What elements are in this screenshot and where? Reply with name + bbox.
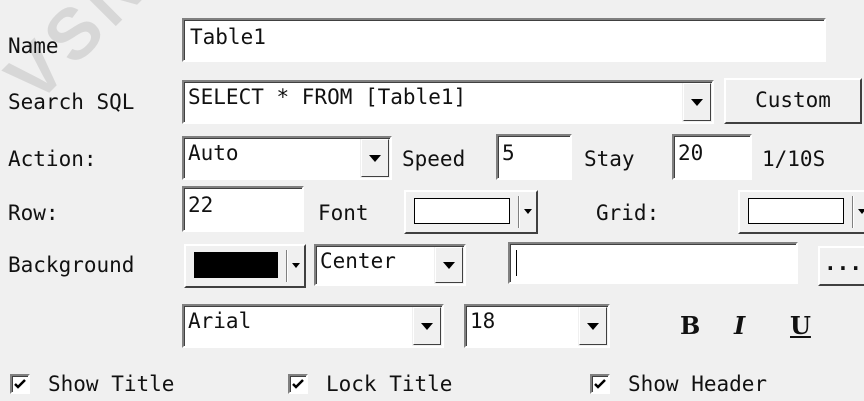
check-icon: [292, 379, 304, 389]
chevron-down-icon: [524, 209, 532, 214]
italic-button[interactable]: I: [734, 312, 745, 340]
show-title-checkbox[interactable]: [10, 374, 30, 394]
check-icon: [594, 379, 606, 389]
stay-unit-label: 1/10S: [762, 147, 826, 171]
bold-button[interactable]: B: [680, 312, 700, 340]
action-label: Action:: [8, 147, 97, 171]
chevron-down-icon: [443, 261, 455, 269]
check-icon: [14, 379, 26, 389]
text-cursor: [516, 250, 517, 276]
lock-title-label: Lock Title: [326, 372, 453, 396]
background-color-swatch: [194, 252, 278, 278]
name-label: Name: [8, 34, 59, 58]
chevron-down-icon: [587, 322, 599, 330]
speed-label: Speed: [402, 147, 466, 171]
font-color-label: Font: [318, 201, 369, 225]
font-family-combo[interactable]: Arial: [182, 304, 444, 348]
search-sql-dropdown-button[interactable]: [683, 83, 711, 121]
speed-input[interactable]: 5: [496, 134, 572, 180]
action-value: Auto: [182, 136, 360, 180]
background-label: Background: [8, 253, 135, 277]
chevron-down-icon: [691, 98, 703, 106]
grid-label: Grid:: [596, 201, 660, 225]
show-header-label: Show Header: [628, 372, 768, 396]
chevron-down-icon: [369, 154, 381, 162]
custom-button[interactable]: Custom: [724, 78, 862, 124]
font-size-dropdown-button[interactable]: [579, 307, 607, 345]
font-color-picker[interactable]: [404, 190, 538, 234]
font-size-value: 18: [464, 304, 578, 348]
background-align-dropdown-button[interactable]: [435, 247, 463, 283]
search-sql-value: SELECT * FROM [Table1]: [182, 80, 682, 124]
background-align-value: Center: [314, 244, 434, 286]
font-family-value: Arial: [182, 304, 412, 348]
font-color-swatch: [414, 198, 510, 224]
search-sql-combo[interactable]: SELECT * FROM [Table1]: [182, 80, 714, 124]
chevron-down-icon: [858, 209, 864, 214]
font-family-dropdown-button[interactable]: [413, 307, 441, 345]
stay-label: Stay: [584, 147, 635, 171]
chevron-down-icon: [421, 322, 433, 330]
lock-title-checkbox[interactable]: [288, 374, 308, 394]
search-sql-label: Search SQL: [8, 90, 135, 114]
background-image-input[interactable]: [508, 242, 798, 284]
show-title-label: Show Title: [48, 372, 175, 396]
stay-input[interactable]: 20: [672, 134, 752, 180]
font-size-combo[interactable]: 18: [464, 304, 610, 348]
browse-button[interactable]: ...: [818, 246, 864, 286]
show-header-checkbox[interactable]: [590, 374, 610, 394]
grid-color-swatch: [748, 198, 844, 224]
background-align-combo[interactable]: Center: [314, 244, 466, 286]
background-color-picker[interactable]: [184, 244, 306, 288]
action-combo[interactable]: Auto: [182, 136, 392, 180]
chevron-down-icon: [292, 263, 300, 268]
grid-color-picker[interactable]: [738, 190, 864, 234]
underline-button[interactable]: U: [790, 312, 811, 340]
action-dropdown-button[interactable]: [361, 139, 389, 177]
row-label: Row:: [8, 201, 59, 225]
row-input[interactable]: 22: [182, 186, 304, 232]
name-input[interactable]: Table1: [182, 18, 826, 62]
